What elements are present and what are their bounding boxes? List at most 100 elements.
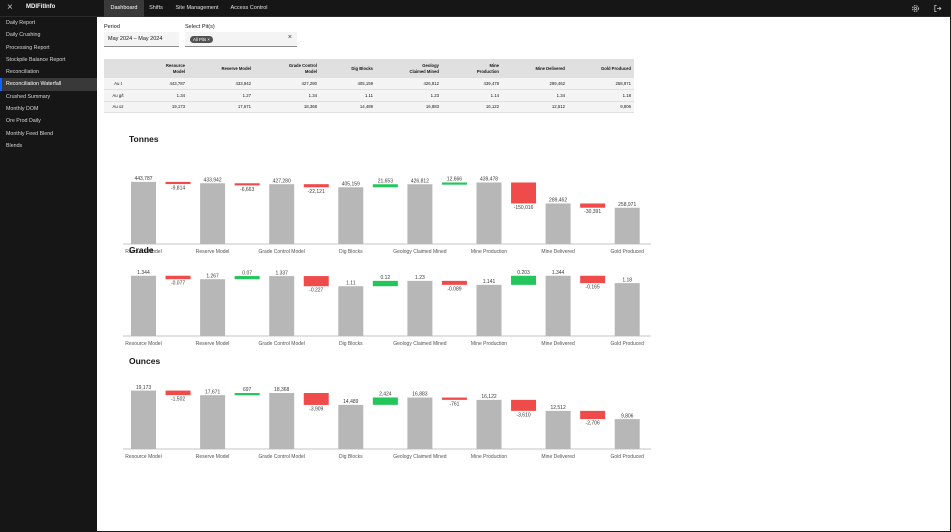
total-label: 289,462: [549, 198, 567, 204]
sidebar-item-crushed-summary[interactable]: Crushed Summary: [0, 91, 97, 103]
total-label: 1.23: [415, 275, 425, 281]
table-cell: 1.23: [376, 89, 442, 102]
category-label: Geology Claimed Mined: [393, 454, 447, 460]
delta-label: 12,666: [447, 177, 463, 183]
table-cell: 19,173: [132, 101, 188, 113]
sidebar-item-daily-report[interactable]: Daily Report: [0, 17, 97, 29]
pit-tag-all-pits[interactable]: All Pits ×: [190, 36, 213, 43]
total-bar-grade-control-model: [269, 184, 295, 244]
table-row: Au oz 19,173 17,671 18,368 14,489 16,883 16,12…: [104, 101, 634, 113]
table-cell: 1.18: [568, 89, 634, 102]
tag-remove-icon[interactable]: ×: [207, 37, 210, 42]
category-label: Dig Blocks: [339, 341, 363, 347]
logout-icon[interactable]: [933, 4, 942, 13]
delta-bar-7: [580, 410, 606, 420]
chart-title-grade: Grade: [129, 245, 154, 255]
delta-bar-1: [165, 181, 191, 185]
delta-label: -0.089: [447, 286, 461, 292]
total-label: 433,942: [204, 177, 222, 183]
reconciliation-table: Resource Model Reserve Model Grade Control M…: [104, 59, 634, 113]
total-bar-mine-delivered: [545, 203, 571, 244]
category-label: Gold Produced: [611, 454, 645, 460]
delta-bar-3: [303, 184, 329, 188]
sidebar-item-blends[interactable]: Blends: [0, 140, 97, 152]
delta-label: 0.203: [517, 270, 530, 276]
delta-label: -1,502: [171, 397, 185, 403]
table-cell: 9,806: [568, 101, 634, 113]
category-label: Resource Model: [125, 341, 161, 347]
total-bar-mine-production: [476, 399, 502, 449]
total-label: 12,512: [550, 405, 566, 411]
sidebar-item-monthly-dom[interactable]: Monthly DOM: [0, 103, 97, 115]
total-bar-dig-blocks: [338, 187, 364, 244]
close-icon[interactable]: ×: [7, 2, 13, 14]
clear-selection-icon[interactable]: ×: [288, 34, 292, 41]
delta-bar-5: [441, 280, 467, 285]
delta-label: -0.165: [586, 285, 600, 291]
settings-icon[interactable]: [911, 4, 920, 13]
category-label: Gold Produced: [611, 341, 645, 347]
table-cell: 289,462: [502, 78, 568, 90]
table-cell: Au t: [104, 78, 132, 90]
delta-bar-6: [511, 182, 537, 204]
table-body: Au t 443,787 433,942 427,280 405,159 426,812 4…: [104, 78, 634, 113]
total-label: 1.18: [622, 277, 632, 283]
table-header-cell: Reserve Model: [188, 59, 254, 78]
delta-label: -0.077: [171, 281, 185, 287]
delta-label: 21,653: [378, 178, 394, 184]
tab-shifts[interactable]: Shifts: [145, 0, 167, 17]
tab-dashboard[interactable]: Dashboard: [104, 0, 144, 17]
delta-bar-3: [303, 393, 329, 405]
sidebar-item-stockpile-balance-report[interactable]: Stockpile Balance Report: [0, 54, 97, 66]
total-bar-resource-model: [131, 181, 156, 244]
total-bar-geology-claimed-mined: [407, 397, 433, 449]
category-label: Reserve Model: [196, 341, 230, 347]
total-bar-geology-claimed-mined: [407, 184, 433, 244]
sidebar-item-monthly-feed-blend[interactable]: Monthly Feed Blend: [0, 128, 97, 140]
pits-multiselect[interactable]: All Pits × ×: [185, 32, 297, 47]
main-content: Period May 2024 – May 2024 Select Pit(s)…: [97, 17, 950, 531]
tab-access-control[interactable]: Access Control: [226, 0, 272, 17]
total-label: 1.344: [552, 270, 565, 276]
table-header-cell: Dig Blocks: [320, 59, 376, 78]
period-label: Period: [104, 24, 120, 30]
total-bar-reserve-model: [200, 395, 226, 449]
sidebar-item-daily-crushing[interactable]: Daily Crushing: [0, 29, 97, 41]
tab-site-management[interactable]: Site Management: [170, 0, 224, 17]
table-cell: 17,671: [188, 101, 254, 113]
delta-label: 697: [243, 387, 252, 393]
total-label: 1.11: [346, 280, 356, 286]
table-cell: Au oz: [104, 101, 132, 113]
total-bar-gold-produced: [614, 207, 640, 244]
total-bar-gold-produced: [614, 283, 640, 336]
total-bar-dig-blocks: [338, 286, 364, 336]
sidebar-item-reconciliation[interactable]: Reconciliation: [0, 66, 97, 78]
total-label: 405,159: [342, 181, 360, 187]
delta-bar-1: [165, 275, 191, 280]
table-cell: 258,971: [568, 78, 634, 90]
category-label: Mine Production: [471, 249, 507, 255]
grade-waterfall-chart: 1.344 Resource Model 1.267 Reserve Model 1.3…: [123, 270, 651, 347]
category-label: Dig Blocks: [339, 454, 363, 460]
sidebar-item-ore-prod-daily[interactable]: Ore Prod Daily: [0, 115, 97, 127]
total-label: 16,883: [412, 392, 428, 398]
category-label: Grade Control Model: [258, 454, 304, 460]
table-cell: 426,812: [376, 78, 442, 90]
table-header-cell: Mine Delivered: [502, 59, 568, 78]
total-label: 16,122: [481, 394, 497, 400]
total-bar-geology-claimed-mined: [407, 280, 433, 336]
delta-bar-5: [441, 397, 467, 400]
delta-bar-4: [372, 184, 398, 188]
ounces-waterfall-chart: 19,173 Resource Model 17,671 Reserve Model 1…: [123, 385, 651, 460]
app-title: MDIFitInfo: [26, 4, 56, 10]
sidebar: Daily Report Daily Crushing Processing R…: [0, 17, 97, 532]
table-cell: Au g/t: [104, 89, 132, 102]
category-label: Grade Control Model: [258, 249, 304, 255]
sidebar-item-processing-report[interactable]: Processing Report: [0, 42, 97, 54]
total-label: 1.267: [206, 273, 219, 279]
tonnes-waterfall-chart: 443,787Resource Model433,942Reserve Mode…: [123, 176, 651, 255]
period-picker[interactable]: May 2024 – May 2024: [104, 32, 179, 47]
total-bar-gold-produced: [614, 419, 640, 449]
delta-bar-2: [234, 183, 260, 186]
sidebar-item-reconciliation-waterfall[interactable]: Reconciliation Waterfall: [0, 78, 97, 91]
